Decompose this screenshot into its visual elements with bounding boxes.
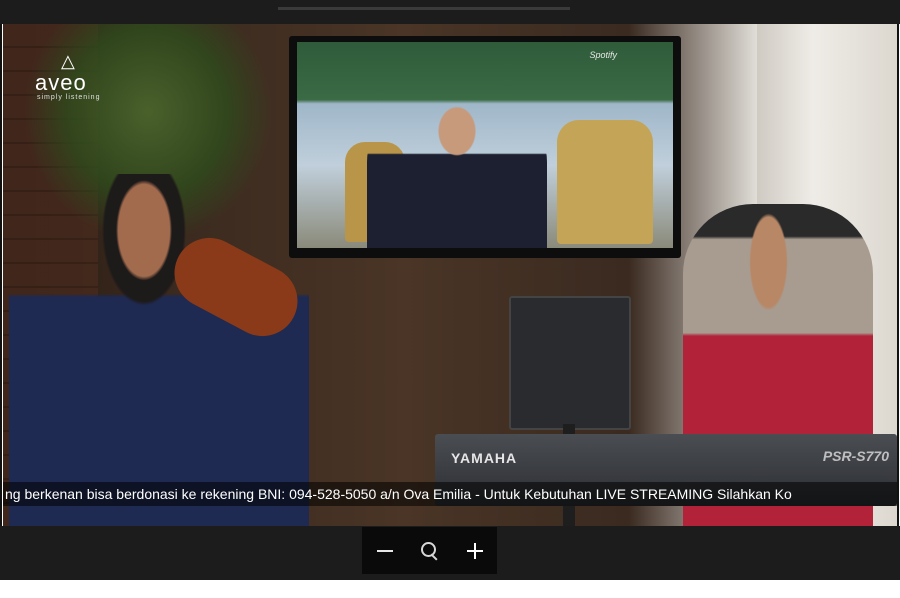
- keyboard-model: PSR-S770: [822, 448, 889, 464]
- channel-watermark: △ aveo simply listening: [35, 52, 121, 104]
- speaker-on-tv: [367, 102, 547, 248]
- video-frame[interactable]: Spotify YAMAHA PSR-S770 △ aveo simply li…: [3, 24, 897, 526]
- plus-icon: [466, 542, 483, 559]
- tv-channel-logo: Spotify: [589, 50, 617, 60]
- video-right-border: [897, 24, 899, 526]
- window-top-bar: [0, 0, 900, 24]
- zoom-in-button[interactable]: [455, 531, 495, 571]
- magnifier-icon: [420, 541, 439, 561]
- zoom-out-button[interactable]: [365, 531, 405, 571]
- zoom-reset-button[interactable]: [410, 531, 450, 571]
- watermark-logo-text: aveo: [35, 70, 87, 95]
- camera-logo-icon: △: [61, 51, 75, 71]
- ticker-text: ng berkenan bisa berdonasi ke rekening B…: [5, 486, 792, 502]
- tv-monitor: Spotify: [289, 36, 681, 258]
- tv-screen: Spotify: [297, 42, 673, 248]
- tablet-stand: [509, 296, 631, 430]
- watermark-tagline: simply listening: [37, 94, 101, 101]
- minus-icon: [376, 549, 393, 552]
- video-left-border: [0, 24, 2, 526]
- keyboard-brand: YAMAHA: [451, 450, 518, 466]
- violinist: [9, 174, 309, 526]
- news-ticker: ng berkenan bisa berdonasi ke rekening B…: [3, 482, 897, 506]
- throne-chair-right: [557, 120, 653, 244]
- zoom-controls: [362, 527, 497, 574]
- top-bar-notch: [278, 7, 570, 10]
